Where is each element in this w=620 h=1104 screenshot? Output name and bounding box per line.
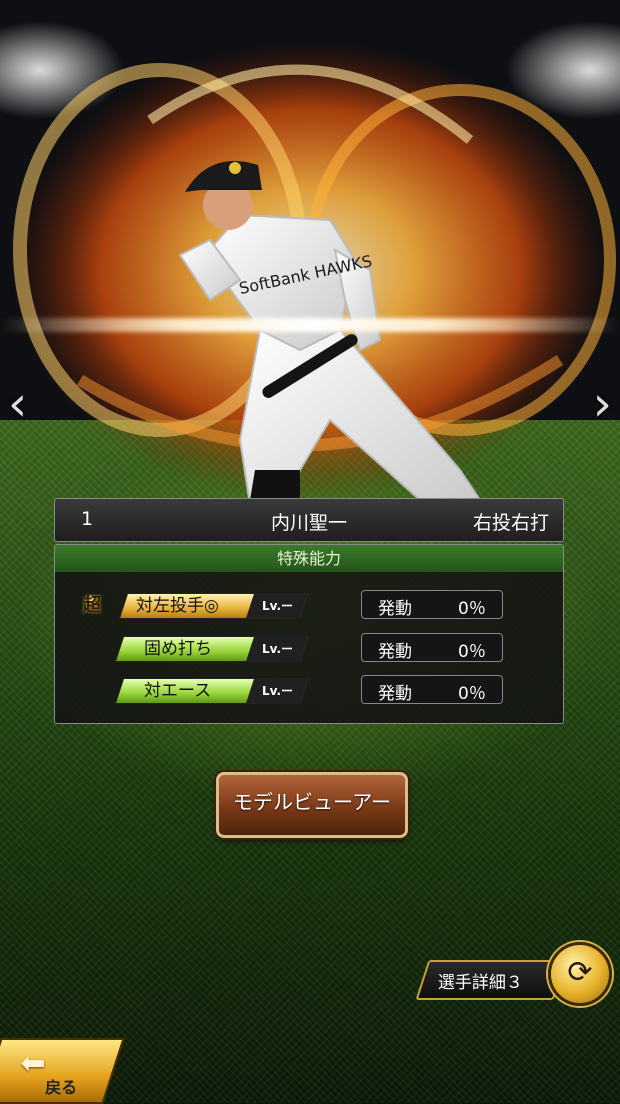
activation-value: 0％	[458, 684, 486, 704]
activation-value: 0％	[458, 642, 486, 662]
model-viewer-button[interactable]: モデルビューアー	[216, 772, 408, 838]
player-detail-label: 選手詳細３	[437, 973, 523, 993]
back-arrow-icon: ⬅	[20, 1046, 46, 1081]
ability-row[interactable]: 固め打ち Lv.ー 発動 0％	[55, 633, 563, 663]
activation-value: 0％	[458, 599, 486, 619]
ability-name: 対左投手◎	[136, 596, 219, 616]
ability-level: Lv.ー	[262, 599, 294, 613]
refresh-icon[interactable]: ⟳	[548, 942, 612, 1006]
player-card-art: SoftBank HAWKS	[10, 40, 616, 512]
activation-label: 発動	[378, 642, 412, 662]
activation-rate: 発動 0％	[361, 633, 503, 662]
light-flare	[0, 318, 620, 332]
ability-level: Lv.ー	[262, 684, 294, 698]
ability-badge: 対エース Lv.ー	[114, 678, 310, 704]
abilities-header: 特殊能力	[55, 545, 563, 572]
ability-name: 対エース	[144, 681, 212, 701]
ability-level-box: Lv.ー	[246, 594, 308, 618]
back-label: 戻る	[45, 1078, 78, 1097]
ability-name: 固め打ち	[144, 639, 212, 659]
activation-label: 発動	[378, 684, 412, 704]
ability-row[interactable]: 対エース Lv.ー 発動 0％	[55, 675, 563, 705]
activation-rate: 発動 0％	[361, 590, 503, 619]
player-handedness: 右投右打	[472, 512, 549, 534]
activation-label: 発動	[378, 599, 412, 619]
player-detail-button[interactable]: 選手詳細３	[415, 960, 567, 1000]
special-abilities-panel: 特殊能力 ✦ 超 対左投手◎ Lv.ー 発動 0％ 固め打ち Lv.ー 発動 0…	[54, 544, 564, 724]
ability-level-box: Lv.ー	[246, 679, 308, 703]
ability-badge: 対左投手◎ Lv.ー	[118, 593, 310, 619]
chevron-left-icon[interactable]: ‹	[8, 380, 27, 428]
ability-row[interactable]: ✦ 超 対左投手◎ Lv.ー 発動 0％	[55, 590, 563, 620]
ability-badge: 固め打ち Lv.ー	[114, 636, 310, 662]
ability-level-box: Lv.ー	[246, 637, 308, 661]
ability-level: Lv.ー	[262, 642, 294, 656]
activation-rate: 発動 0％	[361, 675, 503, 704]
player-name-bar: 1 内川聖一 右投右打	[54, 498, 564, 542]
back-button[interactable]: ⬅ 戻る	[0, 1038, 125, 1104]
ability-prefix: 超	[83, 595, 101, 616]
chevron-right-icon[interactable]: ›	[593, 380, 612, 428]
